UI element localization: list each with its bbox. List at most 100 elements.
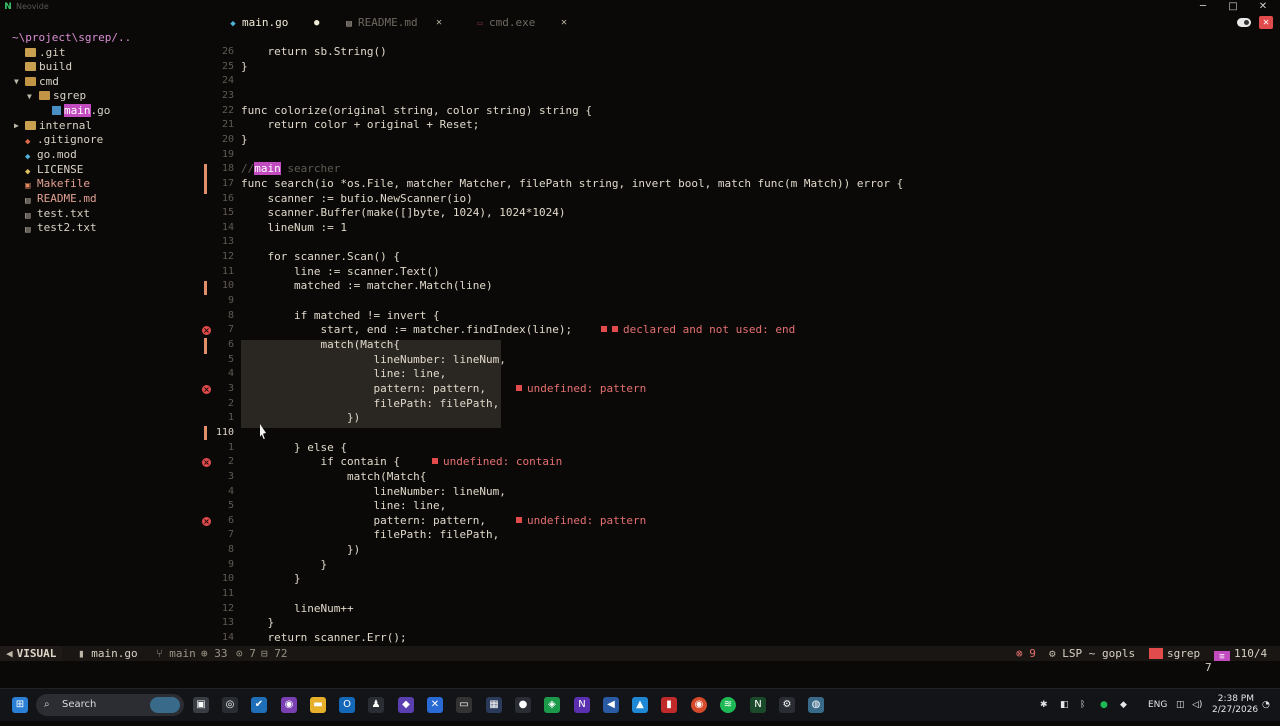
app-icon[interactable]: ⚙ <box>779 697 795 713</box>
neovide-icon[interactable]: N <box>750 697 766 713</box>
code-line[interactable]: match(Match{ <box>241 470 426 484</box>
toggle-icon[interactable] <box>1237 18 1251 27</box>
close-tab-icon[interactable]: ✕ <box>436 14 442 32</box>
tray-icon[interactable]: ◆ <box>1120 689 1127 721</box>
code-line[interactable]: filePath: filePath, <box>241 528 499 542</box>
code-line[interactable]: } <box>241 133 248 147</box>
code-line[interactable]: }) <box>241 543 360 557</box>
close-tab-icon[interactable]: ✕ <box>561 14 567 32</box>
code-line[interactable]: pattern: pattern, <box>241 514 486 528</box>
code-line[interactable]: start, end := matcher.findIndex(line); <box>241 323 572 337</box>
bluetooth-icon[interactable]: ᛒ <box>1080 689 1085 721</box>
chevron-right-icon[interactable]: ▶ <box>14 121 19 130</box>
error-sign-icon[interactable]: × <box>202 517 211 526</box>
code-line[interactable]: match(Match{ <box>241 338 399 352</box>
file-explorer-icon[interactable]: ▬ <box>310 697 326 713</box>
code-line[interactable]: //main searcher <box>241 162 340 176</box>
code-line[interactable]: scanner := bufio.NewScanner(io) <box>241 192 472 206</box>
code-line[interactable]: } <box>241 60 248 74</box>
code-line[interactable]: lineNum := 1 <box>241 221 346 235</box>
app-icon[interactable]: ◉ <box>281 697 297 713</box>
app-icon[interactable]: N <box>574 697 590 713</box>
app-icon[interactable]: ▦ <box>486 697 502 713</box>
close-buffer-button[interactable]: ✕ <box>1259 16 1273 29</box>
chevron-down-icon[interactable]: ▼ <box>14 77 19 86</box>
code-line[interactable]: line: line, <box>241 499 446 513</box>
minimize-button[interactable]: ─ <box>1188 0 1218 14</box>
code-line[interactable]: if contain { <box>241 455 399 469</box>
code-line[interactable]: scanner.Buffer(make([]byte, 1024), 1024*… <box>241 206 565 220</box>
code-line[interactable]: } <box>241 616 274 630</box>
app-icon[interactable]: ◍ <box>808 697 824 713</box>
code-line[interactable]: return scanner.Err(); <box>241 631 406 645</box>
tray-icon[interactable]: ◧ <box>1060 689 1069 721</box>
code-line[interactable]: lineNum++ <box>241 602 354 616</box>
status-errors[interactable]: ⊗ 9 <box>1016 646 1036 661</box>
maximize-button[interactable]: □ <box>1218 0 1248 14</box>
error-sign-icon[interactable]: × <box>202 458 211 467</box>
code-line[interactable]: lineNumber: lineNum, <box>241 485 505 499</box>
code-line[interactable]: line: line, <box>241 367 446 381</box>
tree-item-cmd[interactable]: cmd <box>25 75 59 89</box>
app-icon[interactable]: ▲ <box>632 697 648 713</box>
tree-item-test2-txt[interactable]: ▤ test2.txt <box>25 221 97 235</box>
spotify-tray-icon[interactable]: ● <box>1100 689 1108 721</box>
tree-item-build[interactable]: build <box>25 60 72 74</box>
tree-root[interactable]: ~\project\sgrep/.. <box>12 31 131 45</box>
github-icon[interactable]: ● <box>515 697 531 713</box>
tree-item-go-mod[interactable]: ◆ go.mod <box>25 148 77 162</box>
tree-item-license[interactable]: ◆ LICENSE <box>25 163 83 177</box>
network-icon[interactable]: ◫ <box>1176 689 1185 721</box>
code-line[interactable]: if matched != invert { <box>241 309 440 323</box>
code-line[interactable]: } <box>241 558 327 572</box>
tree-item-gitignore[interactable]: ◆ .gitignore <box>25 133 103 147</box>
spotify-icon[interactable]: ≋ <box>720 697 736 713</box>
app-icon[interactable]: ♟ <box>368 697 384 713</box>
app-icon[interactable]: ✔ <box>251 697 267 713</box>
task-view-icon[interactable]: ▣ <box>193 697 209 713</box>
code-line[interactable]: } else { <box>241 441 347 455</box>
chrome-icon[interactable]: ◉ <box>691 697 707 713</box>
command-line[interactable]: 7 <box>0 661 1280 683</box>
tab-readme-md[interactable]: ▤ README.md ✕ <box>344 14 442 32</box>
tree-item-main-go[interactable]: main.go <box>52 104 110 118</box>
code-line[interactable]: pattern: pattern, <box>241 382 486 396</box>
tree-item-makefile[interactable]: ▣ Makefile <box>25 177 90 191</box>
code-line[interactable]: }) <box>241 411 360 425</box>
error-sign-icon[interactable]: × <box>202 385 211 394</box>
notification-icon[interactable]: ◔ <box>1262 689 1270 721</box>
app-icon[interactable]: ▮ <box>661 697 677 713</box>
app-icon[interactable]: ✕ <box>427 697 443 713</box>
code-line[interactable]: return sb.String() <box>241 45 386 59</box>
outlook-icon[interactable]: O <box>339 697 355 713</box>
error-sign-icon[interactable]: × <box>202 326 211 335</box>
code-line[interactable]: } <box>241 572 301 586</box>
code-line[interactable]: line := scanner.Text() <box>241 265 440 279</box>
app-icon[interactable]: ◆ <box>398 697 414 713</box>
clock[interactable]: 2:38 PM 2/27/2026 <box>1212 694 1258 726</box>
windows-start-icon[interactable]: ⊞ <box>12 697 28 713</box>
tab-cmd-exe[interactable]: ▭ cmd.exe ✕ <box>475 14 567 32</box>
chevron-down-icon[interactable]: ▼ <box>27 92 32 101</box>
tree-item-internal[interactable]: internal <box>25 119 92 133</box>
code-line[interactable]: lineNumber: lineNum, <box>241 353 505 367</box>
code-line[interactable]: func search(io *os.File, matcher Matcher… <box>241 177 903 191</box>
volume-icon[interactable]: ◁) <box>1192 689 1202 721</box>
code-line[interactable]: func colorize(original string, color str… <box>241 104 592 118</box>
code-line[interactable]: filePath: filePath, <box>241 397 499 411</box>
tree-item-git[interactable]: .git <box>25 46 66 60</box>
tree-item-test-txt[interactable]: ▤ test.txt <box>25 207 90 221</box>
tray-icon[interactable]: ✱ <box>1040 689 1048 721</box>
close-window-button[interactable]: ✕ <box>1248 0 1278 14</box>
taskbar-search[interactable]: ⌕ Search <box>36 694 184 716</box>
vscode-icon[interactable]: ◀ <box>603 697 619 713</box>
tree-item-readme[interactable]: ▤ README.md <box>25 192 97 206</box>
code-line[interactable]: for scanner.Scan() { <box>241 250 399 264</box>
terminal-icon[interactable]: ▭ <box>456 697 472 713</box>
code-line[interactable]: matched := matcher.Match(line) <box>241 279 493 293</box>
code-line[interactable]: return color + original + Reset; <box>241 118 479 132</box>
app-icon[interactable]: ◎ <box>222 697 238 713</box>
app-icon[interactable]: ◈ <box>544 697 560 713</box>
tab-main-go[interactable]: ◆ main.go ● <box>228 14 319 32</box>
language-indicator[interactable]: ENG <box>1148 689 1167 721</box>
